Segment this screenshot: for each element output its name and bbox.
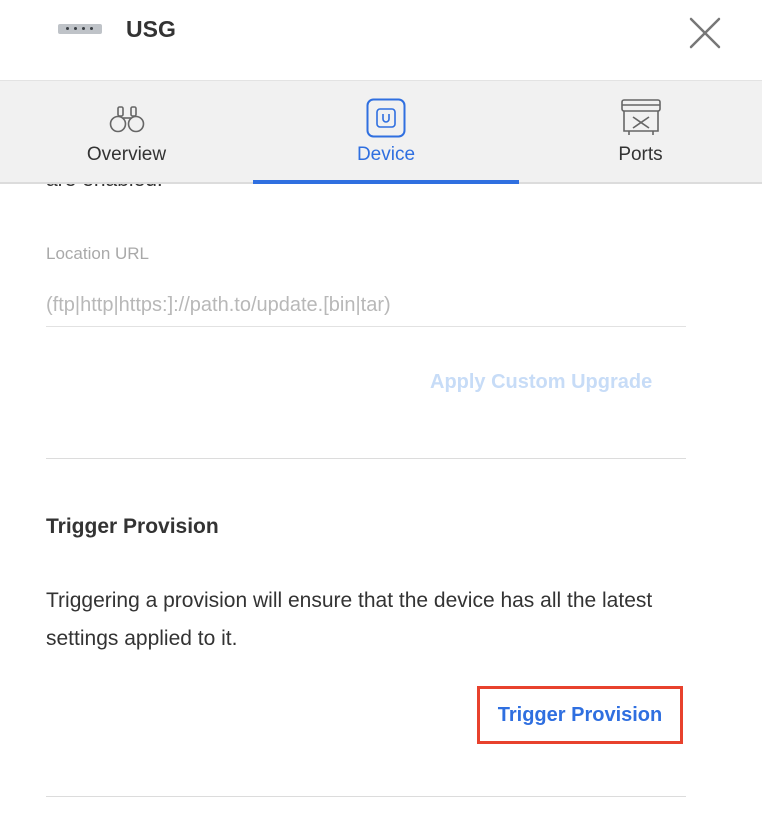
tab-device[interactable]: Device — [253, 81, 519, 184]
device-led — [82, 27, 85, 30]
location-url-label: Location URL — [46, 244, 150, 263]
tab-bar: Overview Device Ports — [0, 81, 762, 184]
device-led — [90, 27, 93, 30]
usg-device-icon — [58, 24, 102, 34]
tab-ports[interactable]: Ports — [519, 81, 762, 182]
tab-label: Ports — [618, 144, 663, 165]
device-settings-content: are enabled. Location URL Apply Custom U… — [0, 184, 762, 826]
truncated-text: are enabled. — [46, 184, 163, 192]
apply-custom-upgrade-button[interactable]: Apply Custom Upgrade — [430, 371, 652, 394]
device-led — [66, 27, 69, 30]
device-icon — [366, 98, 406, 143]
close-icon[interactable] — [686, 14, 724, 52]
trigger-provision-title: Trigger Provision — [46, 515, 219, 538]
trigger-provision-description: Triggering a provision will ensure that … — [46, 589, 653, 650]
trigger-provision-button[interactable]: Trigger Provision — [477, 686, 683, 744]
device-title: USG — [126, 16, 176, 42]
tab-overview[interactable]: Overview — [0, 81, 253, 182]
tab-label: Overview — [86, 144, 167, 165]
location-url-input[interactable] — [46, 284, 686, 327]
section-divider — [46, 796, 686, 797]
section-divider — [46, 458, 686, 459]
binoculars-icon — [109, 105, 145, 140]
device-led — [74, 27, 77, 30]
panel-header: USG — [0, 0, 762, 81]
tab-label: Device — [356, 144, 416, 165]
ports-icon — [619, 98, 663, 143]
